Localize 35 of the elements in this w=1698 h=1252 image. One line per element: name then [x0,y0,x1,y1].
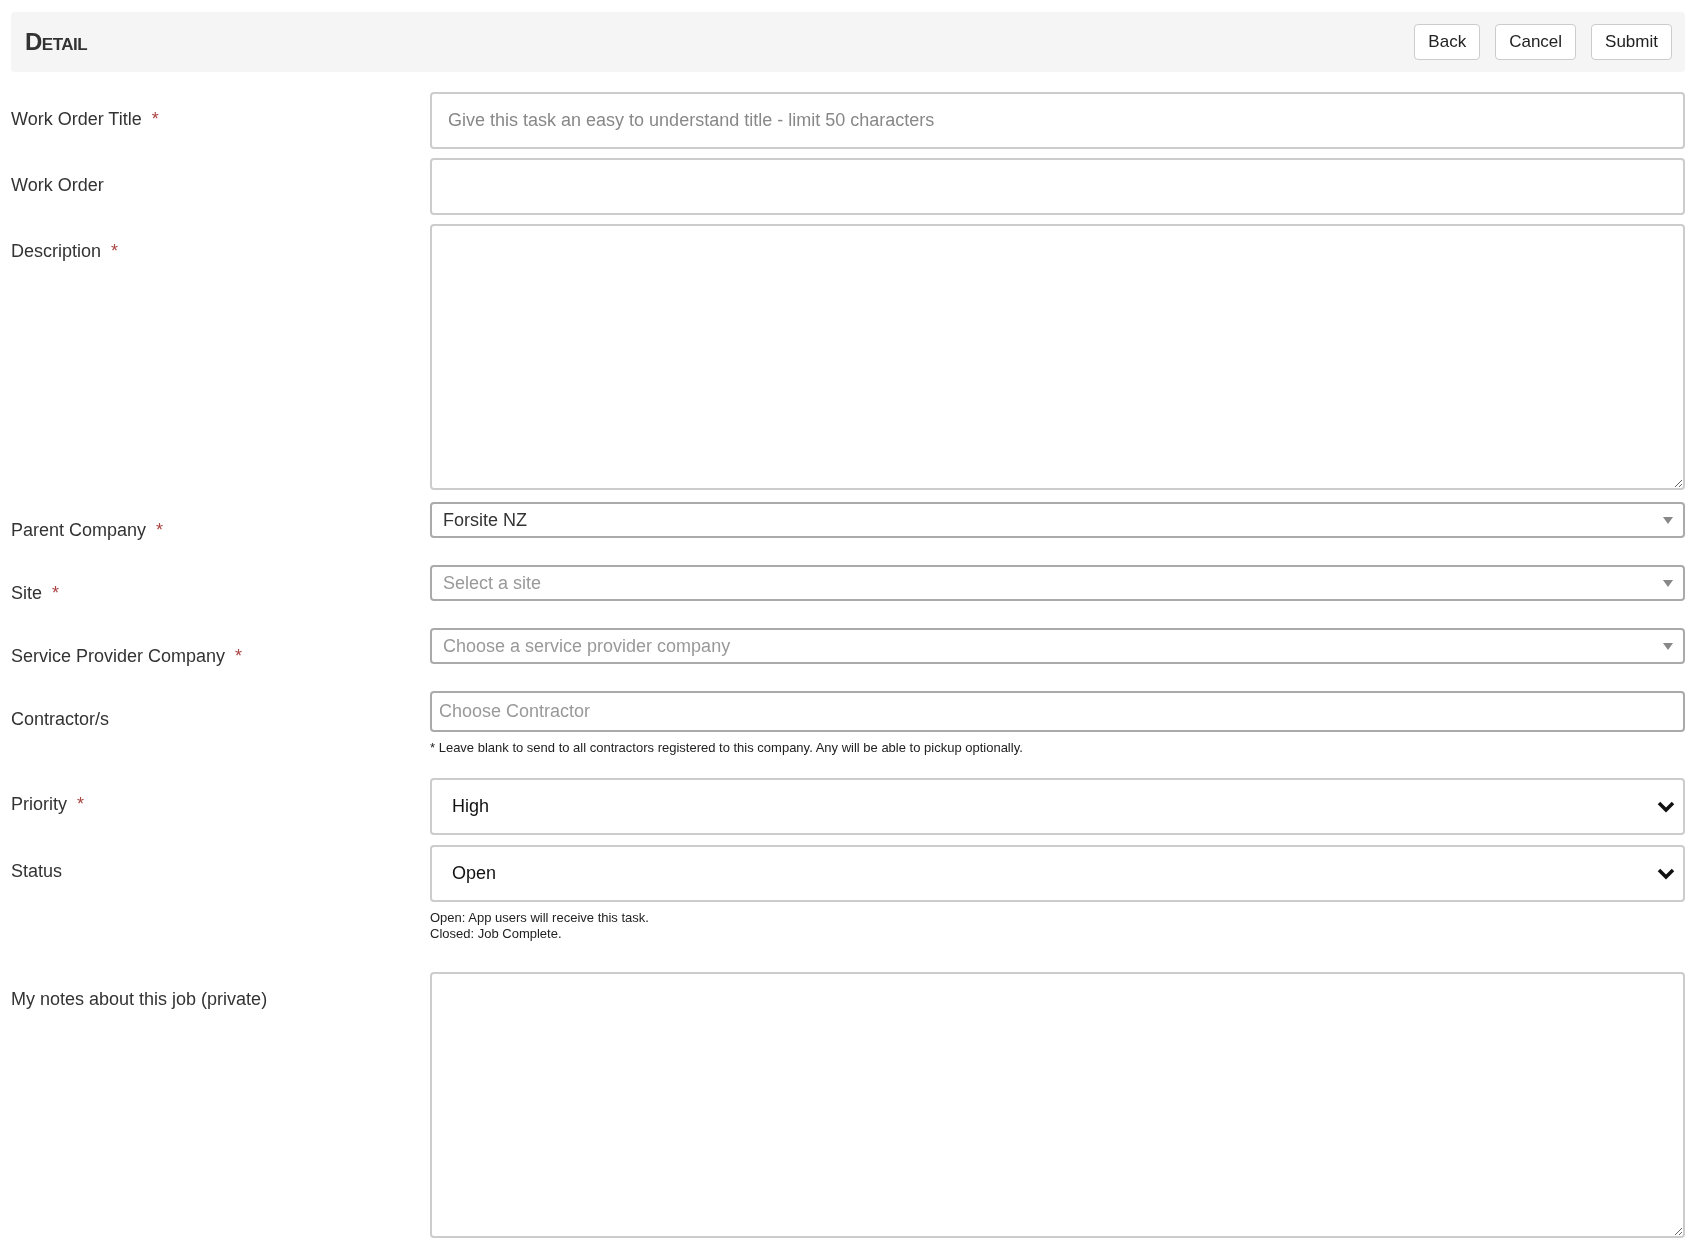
field-label: Work Order Title [11,109,142,129]
header-button[interactable]: Submit [1591,24,1672,60]
chevron-down-icon [1657,800,1675,813]
text-area[interactable] [430,224,1685,490]
dropdown-triangle-icon [1663,516,1673,524]
select-field[interactable]: High [430,778,1685,835]
header-button[interactable]: Back [1414,24,1481,60]
dropdown-triangle-icon [1663,579,1673,587]
field-label: Service Provider Company [11,646,226,666]
text-area[interactable] [430,972,1685,1238]
help-text: Closed: Job Complete. [430,926,563,942]
required-asterisk: * [235,646,243,666]
help-text: * Leave blank to send to all contractors registered to this company. Any will be able to pickup optionally. [430,740,1024,756]
field-label: Status [11,861,63,881]
field-label: My notes about this job (private) [11,989,268,1009]
required-asterisk: * [52,583,60,603]
dropdown-field[interactable]: Forsite NZ [430,502,1685,538]
field-label: Description [11,241,102,261]
field-label: Priority [11,794,67,814]
required-asterisk: * [156,520,164,540]
field-label: Contractor/s [11,709,110,729]
field-label: Parent Company [11,520,147,540]
help-text: Open: App users will receive this task. [430,910,650,926]
required-asterisk: * [151,109,159,129]
field-label: Site [11,583,43,603]
select-field[interactable]: Open [430,845,1685,902]
dropdown-triangle-icon [1663,642,1673,650]
field-label: Work Order [11,175,104,195]
required-asterisk: * [111,241,119,261]
chevron-down-icon [1657,867,1675,880]
page-title: Detail [25,28,88,56]
text-field[interactable] [430,158,1685,215]
header-button[interactable]: Cancel [1495,24,1577,60]
text-field[interactable]: Give this task an easy to understand title - limit 50 characters [430,92,1685,149]
required-asterisk: * [77,794,85,814]
